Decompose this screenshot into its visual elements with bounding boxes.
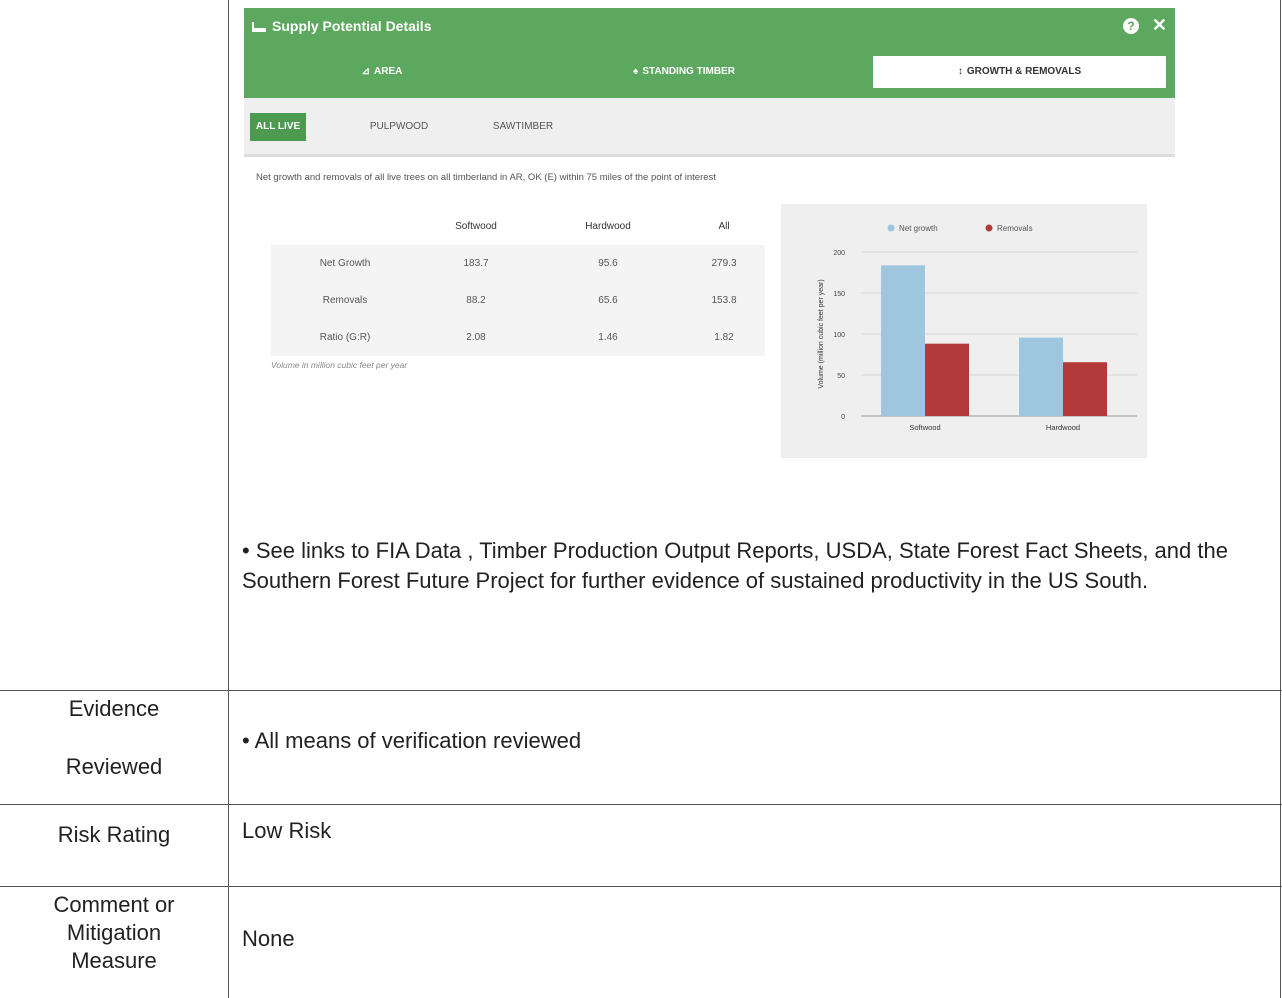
tab-growth-removals[interactable]: ↕ GROWTH & REMOVALS (873, 56, 1166, 88)
table-cell: 65.6 (533, 282, 683, 319)
table-border-right (1280, 0, 1281, 998)
chart-svg: 0 50 100 150 200 Volume (million cubic feet p… (818, 224, 1137, 432)
table-header-row: Softwood Hardwood All (271, 207, 765, 245)
tree-icon: ♠ (633, 66, 639, 77)
growth-removals-table: Softwood Hardwood All Net Growth 183.7 9… (271, 207, 765, 356)
table-row: Ratio (G:R) 2.08 1.46 1.82 (271, 319, 765, 356)
bar (1019, 337, 1063, 416)
bar (1063, 362, 1107, 416)
chart-icon (252, 22, 266, 32)
panel-titlebar: Supply Potential Details ? ✕ (244, 8, 1175, 46)
column-header: Hardwood (585, 220, 631, 232)
panel-title: Supply Potential Details (252, 18, 431, 34)
evidence-reviewed-value: • All means of verification reviewed (242, 728, 582, 753)
row-divider (0, 886, 1282, 887)
table-unit-note: Volume in million cubic feet per year (271, 360, 408, 370)
legend-marker (985, 224, 993, 232)
x-tick-label: Softwood (909, 423, 940, 432)
x-tick-label: Hardwood (1046, 423, 1080, 432)
supply-potential-panel: Supply Potential Details ? ✕ ⊿ AREA ♠ STAN… (244, 8, 1175, 478)
table-cell: 153.8 (683, 282, 765, 319)
y-tick-label: 100 (833, 332, 845, 339)
row-divider (0, 804, 1282, 805)
label-comment: Comment or (53, 892, 175, 917)
description-text: Net growth and removals of all live tree… (256, 172, 716, 183)
bar (881, 265, 925, 416)
label-evidence: Evidence (68, 696, 160, 721)
subtab-all-live[interactable]: ALL LIVE (250, 113, 306, 141)
subtab-pulpwood[interactable]: PULPWOOD (354, 113, 444, 141)
table-cell: 183.7 (419, 245, 533, 282)
row-divider (0, 690, 1282, 691)
tab-bar: ⊿ AREA ♠ STANDING TIMBER ↕ GROWTH & REMOVAL… (244, 46, 1175, 98)
table-cell: 1.82 (683, 319, 765, 356)
legend-label: Removals (997, 224, 1033, 233)
legend-label: Net growth (899, 224, 938, 233)
y-tick-label: 0 (841, 414, 845, 421)
updown-arrow-icon: ↕ (957, 66, 963, 77)
bar (925, 343, 969, 416)
risk-rating-value: Low Risk (242, 818, 332, 843)
table-cell: 1.46 (533, 319, 683, 356)
table-cell: 88.2 (419, 282, 533, 319)
label-mitigation: Mitigation (66, 920, 162, 945)
tab-label: STANDING TIMBER (642, 66, 735, 77)
tab-label: AREA (374, 66, 403, 77)
table-cell: Ratio (G:R) (271, 319, 419, 356)
area-icon: ⊿ (361, 66, 371, 77)
links-bullet-text: • See links to FIA Data , Timber Product… (242, 538, 1228, 593)
subtab-bar: ALL LIVE PULPWOOD SAWTIMBER (244, 98, 1175, 157)
comment-value: None (242, 926, 295, 951)
close-icon[interactable]: ✕ (1152, 15, 1167, 36)
tab-standing-timber[interactable]: ♠ STANDING TIMBER (544, 56, 824, 88)
label-reviewed: Reviewed (65, 754, 163, 779)
legend-marker (887, 224, 895, 232)
y-tick-label: 150 (833, 291, 845, 298)
table-cell: 279.3 (683, 245, 765, 282)
y-tick-label: 200 (833, 250, 845, 257)
label-measure: Measure (71, 948, 157, 973)
column-header: Softwood (455, 220, 497, 232)
table-row: Net Growth 183.7 95.6 279.3 (271, 245, 765, 282)
label-risk-rating: Risk Rating (57, 822, 171, 847)
y-tick-label: 50 (837, 373, 845, 380)
column-header (271, 207, 419, 245)
subtab-sawtimber[interactable]: SAWTIMBER (478, 113, 568, 141)
table-border-left (228, 0, 229, 998)
tab-area[interactable]: ⊿ AREA (244, 56, 520, 88)
column-header: All (718, 220, 730, 232)
table-cell: 2.08 (419, 319, 533, 356)
table-cell: Net Growth (271, 245, 419, 282)
table-cell: Removals (271, 282, 419, 319)
table-row: Removals 88.2 65.6 153.8 (271, 282, 765, 319)
growth-removals-chart: 0 50 100 150 200 Volume (million cubic feet p… (781, 204, 1147, 458)
tab-label: GROWTH & REMOVALS (966, 66, 1082, 77)
help-icon[interactable]: ? (1123, 18, 1139, 34)
y-axis-label: Volume (million cubic feet per year) (818, 279, 825, 388)
table-cell: 95.6 (533, 245, 683, 282)
panel-title-text: Supply Potential Details (272, 18, 432, 34)
